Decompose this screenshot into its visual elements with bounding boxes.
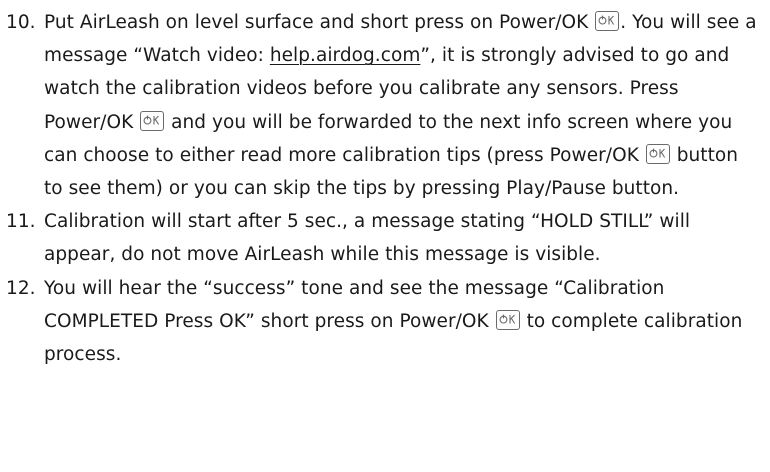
- step-text: Calibration will start after 5 sec., a m…: [44, 211, 691, 266]
- step-text: Put AirLeash on level surface and short …: [44, 11, 757, 200]
- power-ok-key-icon: [495, 309, 520, 330]
- list-item-step-11: 11. Calibration will start after 5 sec.,…: [6, 205, 762, 271]
- power-ok-key-icon: [140, 110, 165, 131]
- help-link[interactable]: help.airdog.com: [270, 45, 421, 66]
- instruction-page: 10. Put AirLeash on level surface and sh…: [0, 0, 770, 472]
- list-item-step-12: 12. You will hear the “success” tone and…: [6, 272, 762, 372]
- power-ok-key-icon: [595, 11, 620, 31]
- step-number: 10.: [6, 12, 36, 33]
- step-number: 11.: [6, 211, 36, 233]
- step-number: 12.: [6, 277, 36, 299]
- power-ok-key-icon: [645, 143, 670, 164]
- step-text: You will hear the “success” tone and see…: [44, 277, 743, 366]
- calibration-steps-list: 10. Put AirLeash on level surface and sh…: [6, 6, 762, 371]
- list-item-step-10: 10. Put AirLeash on level surface and sh…: [6, 6, 762, 205]
